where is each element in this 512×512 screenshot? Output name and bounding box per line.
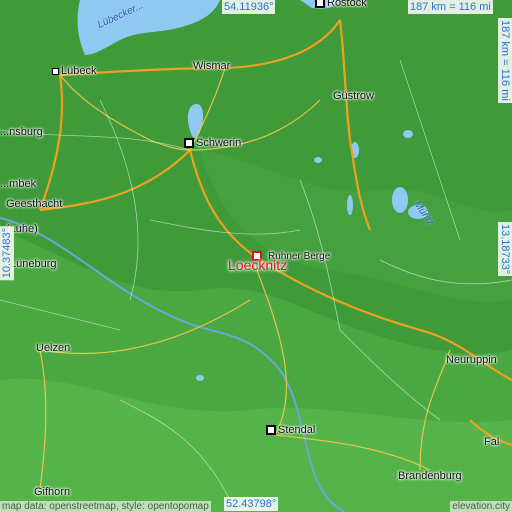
city-label: Wismar <box>193 60 231 72</box>
city-label: Lübeck <box>61 65 97 77</box>
city-mbek[interactable]: ...mbek <box>0 178 36 190</box>
city-label: Rostock <box>327 0 367 9</box>
city-marker-icon <box>184 138 194 149</box>
city-marker-icon <box>52 67 59 75</box>
highlight-location-loecknitz[interactable]: Loecknitz <box>228 251 287 273</box>
city-marker-icon <box>315 0 325 9</box>
coord-left: 10.37483° <box>0 226 14 281</box>
city-brandenburg[interactable]: Brandenburg <box>398 470 462 482</box>
city-uelzen[interactable]: Uelzen <box>36 342 70 354</box>
city-schwerin[interactable]: Schwerin <box>184 137 241 149</box>
city-label: Uelzen <box>36 342 71 354</box>
city-label: Güstrow <box>333 90 374 102</box>
city-label: Fal <box>484 436 500 448</box>
city-ratzeburg[interactable]: ...nsburg <box>0 126 43 138</box>
city-geesthacht[interactable]: Geesthacht <box>6 198 62 210</box>
map-credit-site[interactable]: elevation.city <box>450 501 512 512</box>
city-label: Neuruppin <box>446 354 497 366</box>
city-label: Gifhorn <box>34 486 71 498</box>
city-gustrow[interactable]: Güstrow <box>333 90 374 102</box>
scale-horizontal: 187 km = 116 mi <box>408 0 493 14</box>
map[interactable]: Lübecker... Müritz Rostock Lübeck Wismar… <box>0 0 512 512</box>
city-label: ...nsburg <box>0 126 43 138</box>
city-rostock[interactable]: Rostock <box>315 0 367 9</box>
coord-right: 13.18733° <box>498 222 512 277</box>
city-wismar[interactable]: Wismar <box>193 60 230 72</box>
highlight-label: Loecknitz <box>228 257 288 273</box>
coord-bottom: 52.43798° <box>224 497 279 511</box>
city-label: Brandenburg <box>398 470 462 482</box>
city-lubeck[interactable]: Lübeck <box>52 65 96 77</box>
city-marker-icon <box>266 425 276 436</box>
city-label: Schwerin <box>196 137 242 149</box>
map-credit: map data: openstreetmap, style: opentopo… <box>0 501 211 512</box>
city-label: Stendal <box>278 424 316 436</box>
city-fal[interactable]: Fal <box>484 436 499 448</box>
city-neuruppin[interactable]: Neuruppin <box>446 354 497 366</box>
city-label: Geesthacht <box>6 198 63 210</box>
city-luneburg[interactable]: Lüneburg <box>10 258 57 270</box>
city-gifhorn[interactable]: Gifhorn <box>34 486 70 498</box>
city-label: ...mbek <box>0 178 37 190</box>
scale-vertical: 187 km = 116 mi <box>498 18 512 103</box>
city-stendal[interactable]: Stendal <box>266 424 315 436</box>
coord-top: 54.11936° <box>222 0 276 14</box>
city-label: Lüneburg <box>10 258 57 270</box>
